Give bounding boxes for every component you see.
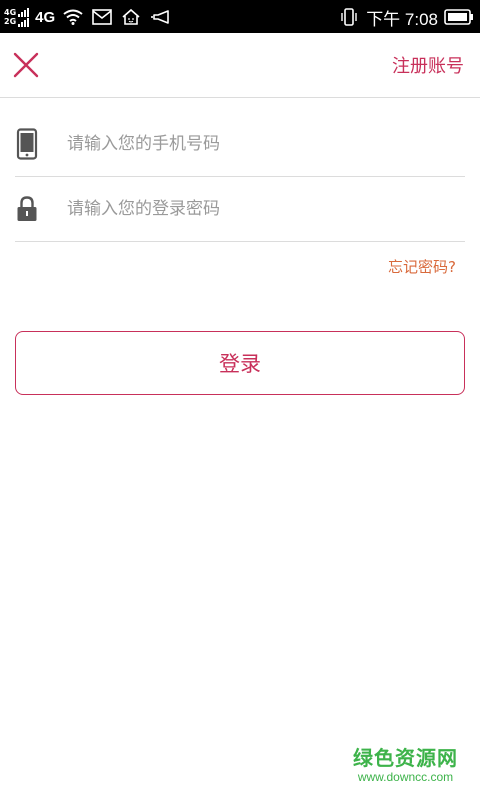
home-icon: [121, 8, 141, 26]
status-time: 下午 7:08: [366, 9, 438, 29]
vibrate-icon: [340, 7, 358, 27]
watermark-url: www.downcc.com: [357, 770, 454, 784]
close-icon: [13, 52, 39, 78]
forgot-password-link[interactable]: 忘记密码?: [388, 256, 456, 277]
watermark-title: 绿色资源网: [353, 746, 458, 770]
notification-icon: [150, 9, 170, 25]
battery-icon: [444, 8, 474, 26]
phone-number-input[interactable]: [65, 133, 439, 155]
phone-icon: [15, 128, 39, 160]
message-icon: [92, 9, 112, 25]
watermark: 绿色资源网 www.downcc.com: [353, 746, 458, 784]
top-bar: 注册账号: [0, 33, 480, 98]
status-bar: 4G 2G 4G 下午 7:08: [0, 0, 480, 33]
wifi-icon: [63, 9, 83, 25]
close-button[interactable]: [12, 51, 40, 79]
status-bar-left: 4G 2G 4G: [4, 6, 179, 28]
sim-labels: 4G 2G: [4, 8, 16, 26]
sim1-label: 4G: [4, 8, 17, 17]
status-bar-right: 下午 7:08: [340, 5, 474, 29]
password-field-row: [15, 177, 465, 242]
password-input[interactable]: [65, 198, 439, 220]
sim2-label: 2G: [4, 17, 17, 26]
login-button[interactable]: 登录: [15, 331, 465, 395]
register-account-link[interactable]: 注册账号: [392, 52, 464, 78]
phone-field-row: [15, 112, 465, 177]
login-button-label: 登录: [219, 352, 261, 376]
lock-icon: [15, 196, 39, 222]
network-type-label: 4G: [35, 8, 56, 26]
signal-icon: [18, 7, 30, 27]
